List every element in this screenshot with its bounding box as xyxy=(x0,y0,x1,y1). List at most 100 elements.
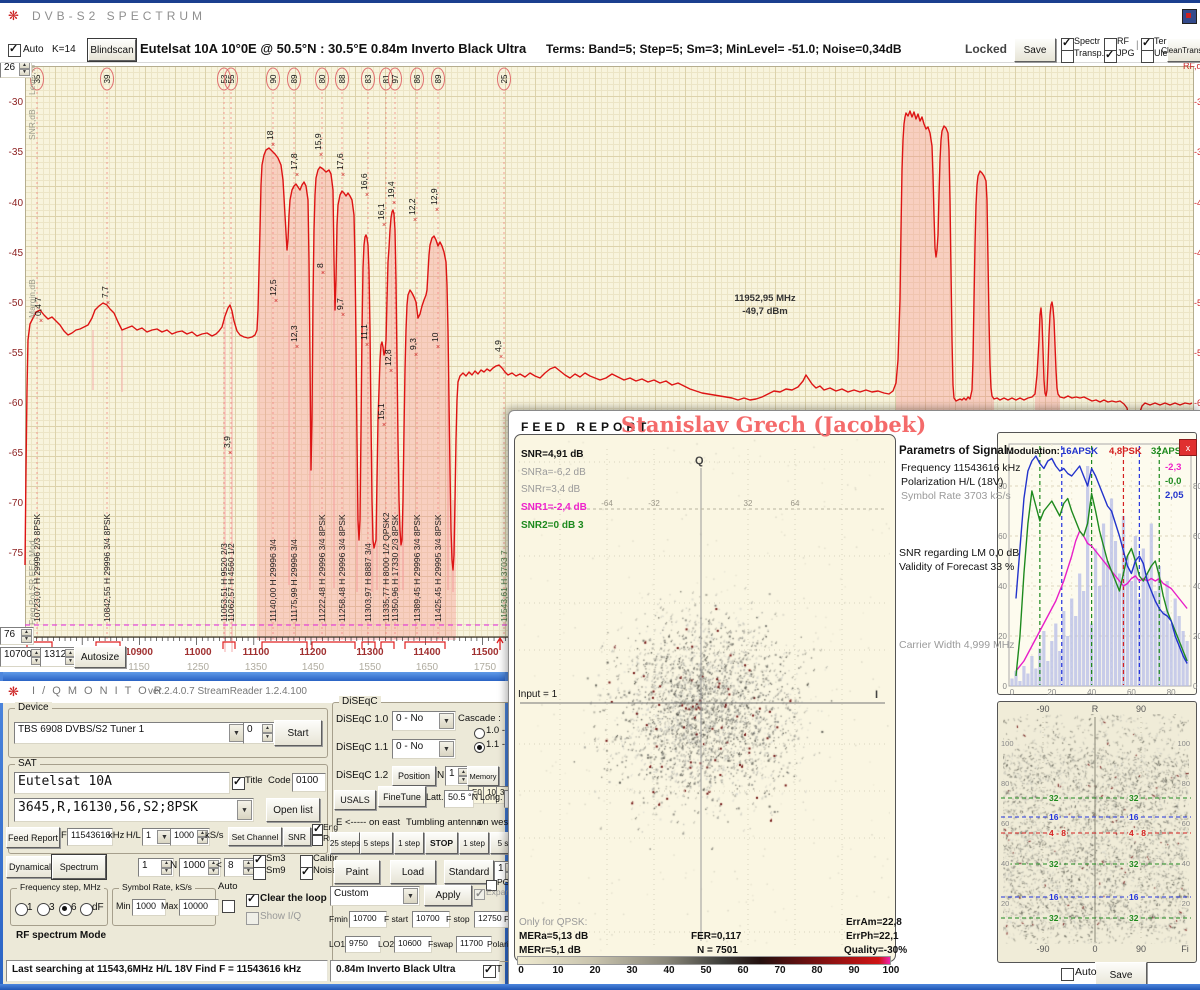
max-label: Max xyxy=(161,902,178,912)
set-channel-button[interactable]: Set Channel xyxy=(228,827,282,846)
title-checkbox[interactable] xyxy=(232,777,245,790)
y-axis-label-right: -35 xyxy=(1194,147,1200,157)
tray-icon[interactable] xyxy=(1182,9,1197,24)
loop3-spinner[interactable]: 8▲▼ xyxy=(224,858,256,877)
position-button[interactable]: Position xyxy=(392,766,436,786)
cascade10-radio[interactable] xyxy=(474,728,485,739)
sr-spinner[interactable]: 1000▲▼ xyxy=(170,828,210,846)
save-button[interactable]: Save xyxy=(1014,38,1056,62)
i-axis-label: I xyxy=(875,689,878,701)
quality-value: Quality=-30% xyxy=(844,945,907,956)
transponder-select[interactable]: 3645,R,16130,56,S2;8PSK▼ xyxy=(14,798,254,822)
rus-checkbox[interactable] xyxy=(312,835,323,846)
quality-scale-number: 30 xyxy=(622,965,642,976)
close-icon[interactable]: x xyxy=(1179,439,1197,456)
transponder-span-bracket xyxy=(405,642,445,649)
ulean-checkbox[interactable] xyxy=(1141,50,1154,63)
cleantransp-button[interactable]: CleanTransp xyxy=(1167,38,1200,62)
frequency-field[interactable]: 11543616 xyxy=(67,828,113,846)
device-index-spinner[interactable]: 0▲▼ xyxy=(243,722,275,744)
finetune-button[interactable]: FineTune xyxy=(378,786,426,807)
dynamical-button[interactable]: Dynamical xyxy=(6,856,54,878)
ksps-label: kS/s xyxy=(205,831,223,841)
feed-report-button[interactable]: Feed Report xyxy=(6,827,60,848)
transp-checkbox[interactable] xyxy=(1061,50,1074,63)
custom-select[interactable]: Custom▼ xyxy=(330,886,420,906)
step6-label: 6 xyxy=(71,902,77,913)
diseqc10-select[interactable]: 0 - No▼ xyxy=(392,711,456,731)
titlebar[interactable]: ❋ DVB-S2 SPECTRUM xyxy=(0,3,1200,28)
cascade11-radio[interactable] xyxy=(474,742,485,753)
step-1-left-button[interactable]: 1 step xyxy=(394,832,424,854)
step-1-right-button[interactable]: 1 step xyxy=(459,832,489,854)
loop2-spinner[interactable]: 1000▲▼ xyxy=(179,858,221,877)
snr-button[interactable]: SNR xyxy=(283,827,311,846)
sat-name-field[interactable]: Eutelsat 10A xyxy=(14,772,230,794)
clear-loop-checkbox[interactable] xyxy=(246,894,259,907)
phase-noise xyxy=(1003,714,1189,944)
eng-checkbox[interactable] xyxy=(312,824,323,835)
margin-spinner[interactable]: 76▲▼ xyxy=(0,627,34,645)
open-list-button[interactable]: Open list xyxy=(266,798,320,822)
q-axis-label: Q xyxy=(695,455,704,467)
paint-button[interactable]: Paint xyxy=(334,860,380,884)
input-label: Input = 1 xyxy=(518,689,557,700)
steps-25-button[interactable]: 25 steps xyxy=(330,832,360,854)
code-field[interactable]: 0100 xyxy=(292,773,326,792)
y-axis-label: -35 xyxy=(9,147,24,158)
auto-checkbox[interactable] xyxy=(8,44,21,57)
device-select[interactable]: TBS 6908 DVBS/S2 Tuner 1▼ xyxy=(14,722,246,744)
k-label: K=14 xyxy=(52,44,76,55)
diseqc11-select[interactable]: 0 - No▼ xyxy=(392,739,456,759)
params-symbol-rate: Symbol Rate 3703 kS/s xyxy=(901,491,1011,503)
merr-value: MERr=5,1 dB xyxy=(519,945,581,956)
lo2-field[interactable]: 10600 xyxy=(394,936,432,953)
steps-5-button[interactable]: 5 steps xyxy=(360,832,393,854)
start-button[interactable]: Start xyxy=(274,720,322,746)
apply-button[interactable]: Apply xyxy=(424,885,472,906)
transp-label: Transp. xyxy=(1074,49,1104,59)
window-title: DVB-S2 SPECTRUM xyxy=(32,10,206,23)
title-label: Title xyxy=(245,776,263,786)
x-axis-label-mhz: 11200 xyxy=(299,647,327,658)
fstart-field[interactable]: 10700 xyxy=(412,911,450,928)
show-iq-checkbox[interactable] xyxy=(246,912,259,925)
x-axis-label-mhz: 11000 xyxy=(184,647,212,658)
feed-author: Stanislav Grech (Jacobek) xyxy=(621,413,926,436)
autosize-button[interactable]: Autosize xyxy=(74,646,126,668)
span-spinner[interactable]: 1312▲▼ xyxy=(40,647,78,667)
memory-button[interactable]: Memory xyxy=(467,766,499,786)
loop1-spinner[interactable]: 1▲▼ xyxy=(138,858,174,877)
fmin-field[interactable]: 10700 xyxy=(349,911,387,928)
quality-scale-number: 0 xyxy=(511,965,531,976)
auto-sr-checkbox[interactable] xyxy=(222,900,235,913)
max-field[interactable]: 10000 xyxy=(179,899,219,916)
transponder-span-bracket xyxy=(262,642,307,649)
spectrum-button[interactable]: Spectrum xyxy=(52,855,106,879)
n-value: N = 7501 xyxy=(697,945,738,956)
sm3-label: Sm3 xyxy=(266,854,286,864)
noise-checkbox[interactable] xyxy=(300,867,313,880)
load-button[interactable]: Load xyxy=(390,860,436,884)
auto-sr-label: Auto xyxy=(218,882,238,892)
current-transponder-arrow xyxy=(497,638,503,650)
latt-label: Latt. xyxy=(426,793,444,803)
feed-auto-checkbox[interactable] xyxy=(1061,968,1074,981)
mod-value-2: -0,0 xyxy=(1165,477,1181,487)
sm9-checkbox[interactable] xyxy=(253,867,266,880)
expand-checkbox[interactable] xyxy=(474,889,485,900)
fer-value: FER=0,117 xyxy=(691,931,741,942)
iq-window-top-edge[interactable] xyxy=(0,672,508,681)
stepdf-label: dF xyxy=(92,902,104,913)
diseqc12-label: DiSEqC 1.2 xyxy=(336,770,388,781)
usals-button[interactable]: USALS xyxy=(334,790,376,810)
search-status-text: Last searching at 11543,6MHz H/L 18V Fin… xyxy=(12,964,301,975)
lo1-field[interactable]: 9750 xyxy=(345,936,381,953)
lnb-checkbox[interactable] xyxy=(483,965,496,978)
fmin-spinner[interactable]: 10700▲▼ xyxy=(0,647,44,667)
fswap-label: Fswap xyxy=(428,940,453,949)
stop-button[interactable]: STOP xyxy=(425,832,458,854)
jpg-checkbox[interactable] xyxy=(1104,50,1117,63)
cascade10-label: 1.0 - xyxy=(486,726,505,736)
blindscan-button[interactable]: Blindscan xyxy=(88,39,136,61)
